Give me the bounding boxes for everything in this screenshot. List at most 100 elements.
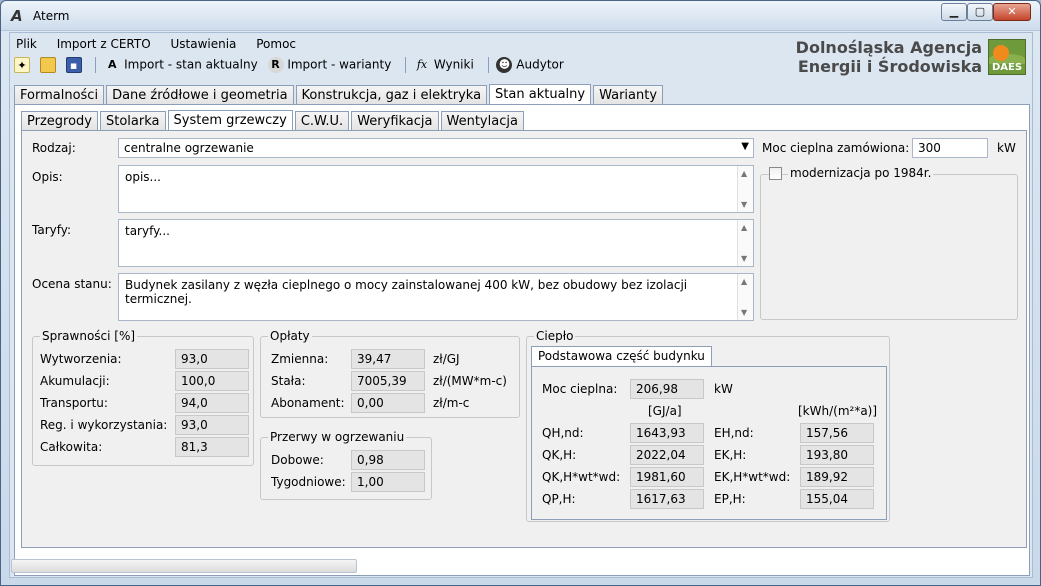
oplaty-title: Opłaty bbox=[268, 329, 312, 343]
abonament-value: 0,00 bbox=[351, 393, 425, 413]
cieplo-group: Ciepło Podstawowa część budynku Moc ciep… bbox=[526, 329, 890, 522]
tab-dane-zrodlowe[interactable]: Dane źródłowe i geometria bbox=[106, 85, 294, 106]
zmienna-label: Zmienna: bbox=[271, 352, 329, 366]
ekh-wt-wd-value: 189,92 bbox=[800, 467, 874, 487]
ocena-label: Ocena stanu: bbox=[32, 277, 112, 291]
aterm-icon: A bbox=[11, 7, 23, 25]
abonament-label: Abonament: bbox=[271, 396, 345, 410]
wytworzenia-value: 93,0 bbox=[175, 349, 249, 369]
scroll-down-icon[interactable]: ▼ bbox=[741, 308, 747, 317]
scroll-down-icon[interactable]: ▼ bbox=[741, 200, 747, 209]
eph-label: EP,H: bbox=[714, 492, 746, 506]
akumulacji-value: 100,0 bbox=[175, 371, 249, 391]
ekh-wt-wd-label: EK,H*wt*wd: bbox=[714, 470, 791, 484]
transportu-label: Transportu: bbox=[40, 396, 108, 410]
horizontal-scrollbar[interactable] bbox=[11, 559, 357, 573]
scroll-up-icon[interactable]: ▲ bbox=[741, 169, 747, 178]
app-window: A Aterm ▁ ▢ ✕ Plik Import z CERTO Ustawi… bbox=[0, 0, 1041, 586]
modernizacja-checkbox[interactable] bbox=[769, 167, 782, 180]
menu-ustawienia[interactable]: Ustawienia bbox=[168, 35, 238, 53]
system-grzewczy-panel: Rodzaj: centralne ogrzewanie ▼ Moc ciepl… bbox=[21, 130, 1027, 548]
save-icon[interactable]: ▪ bbox=[65, 57, 82, 73]
opis-scrollbar[interactable]: ▲ ▼ bbox=[737, 166, 753, 212]
tygodniowe-label: Tygodniowe: bbox=[271, 475, 346, 489]
logo-text: Dolnośląska Agencja Energii i Środowiska bbox=[795, 38, 982, 76]
modernizacja-group bbox=[760, 174, 1018, 320]
tygodniowe-value: 1,00 bbox=[351, 472, 425, 492]
tab-przegrody[interactable]: Przegrody bbox=[21, 111, 98, 132]
results-button[interactable]: fx Wyniki bbox=[414, 57, 474, 73]
akumulacji-label: Akumulacji: bbox=[40, 374, 110, 388]
qhnd-value: 1643,93 bbox=[630, 423, 704, 443]
taryfy-textarea[interactable]: taryfy... ▲ ▼ bbox=[118, 219, 754, 267]
ekh-value: 193,80 bbox=[800, 445, 874, 465]
scroll-up-icon[interactable]: ▲ bbox=[741, 223, 747, 232]
ehnd-label: EH,nd: bbox=[714, 426, 754, 440]
scroll-up-icon[interactable]: ▲ bbox=[741, 277, 747, 286]
qkh-value: 2022,04 bbox=[630, 445, 704, 465]
minimize-button[interactable]: ▁ bbox=[941, 3, 967, 21]
stala-label: Stała: bbox=[271, 374, 306, 388]
chevron-down-icon: ▼ bbox=[741, 141, 749, 152]
regulacji-label: Reg. i wykorzystania: bbox=[40, 418, 168, 432]
wytworzenia-label: Wytworzenia: bbox=[40, 352, 122, 366]
maximize-button[interactable]: ▢ bbox=[967, 3, 993, 21]
calkowita-label: Całkowita: bbox=[40, 440, 103, 454]
title-bar: A Aterm ▁ ▢ ✕ bbox=[1, 1, 1040, 31]
menu-plik[interactable]: Plik bbox=[14, 35, 39, 53]
unit-kwh-m2-a: [kWh/(m²*a)] bbox=[798, 404, 878, 418]
rodzaj-label: Rodzaj: bbox=[32, 141, 76, 155]
tab-konstrukcja[interactable]: Konstrukcja, gaz i elektryka bbox=[295, 85, 488, 106]
import-current-button[interactable]: A Import - stan aktualny bbox=[104, 57, 258, 73]
tab-cwu[interactable]: C.W.U. bbox=[294, 111, 350, 132]
qph-label: QP,H: bbox=[542, 492, 576, 506]
tab-formalnosci[interactable]: Formalności bbox=[14, 85, 105, 106]
close-button[interactable]: ✕ bbox=[993, 3, 1031, 21]
import-r-icon: R bbox=[267, 57, 284, 73]
new-file-icon[interactable]: ✦ bbox=[14, 57, 30, 73]
przerwy-title: Przerwy w ogrzewaniu bbox=[268, 430, 407, 444]
cieplo-inner-panel: Moc cieplna: 206,98 kW [GJ/a] [kWh/(m²*a… bbox=[531, 366, 887, 520]
menu-pomoc[interactable]: Pomoc bbox=[254, 35, 298, 53]
auditor-person-icon: ☻ bbox=[496, 57, 513, 73]
ehnd-value: 157,56 bbox=[800, 423, 874, 443]
import-variants-button[interactable]: R Import - warianty bbox=[267, 57, 391, 73]
tab-podstawowa-czesc[interactable]: Podstawowa część budynku bbox=[531, 346, 712, 367]
rodzaj-select[interactable]: centralne ogrzewanie ▼ bbox=[118, 138, 754, 158]
regulacji-value: 93,0 bbox=[175, 415, 249, 435]
moc-cieplna-value: 206,98 bbox=[630, 379, 704, 399]
moc-cieplna-label: Moc cieplna: bbox=[542, 382, 618, 396]
zmienna-value: 39,47 bbox=[351, 349, 425, 369]
sprawnosci-group: Sprawności [%] Wytworzenia: 93,0 Akumula… bbox=[32, 329, 254, 466]
scroll-down-icon[interactable]: ▼ bbox=[741, 254, 747, 263]
menu-bar: Plik Import z CERTO Ustawienia Pomoc bbox=[14, 35, 310, 55]
menu-import-certo[interactable]: Import z CERTO bbox=[55, 35, 153, 53]
tab-wentylacja[interactable]: Wentylacja bbox=[440, 111, 524, 132]
tab-stolarka[interactable]: Stolarka bbox=[100, 111, 166, 132]
open-folder-icon[interactable] bbox=[39, 57, 56, 73]
qph-value: 1617,63 bbox=[630, 489, 704, 509]
tab-warianty[interactable]: Warianty bbox=[593, 85, 664, 106]
auditor-button[interactable]: ☻ Audytor bbox=[496, 57, 564, 73]
oplaty-group: Opłaty Zmienna: 39,47 zł/GJ Stała: 7005,… bbox=[260, 329, 520, 418]
taryfy-label: Taryfy: bbox=[32, 223, 72, 237]
ocena-scrollbar[interactable]: ▲ ▼ bbox=[737, 274, 753, 320]
moc-zamowiona-label: Moc cieplna zamówiona: bbox=[762, 141, 910, 155]
sub-tab-bar: Przegrody Stolarka System grzewczy C.W.U. We… bbox=[21, 109, 526, 133]
abonament-unit: zł/m-c bbox=[433, 396, 470, 410]
transportu-value: 94,0 bbox=[175, 393, 249, 413]
qkh-label: QK,H: bbox=[542, 448, 577, 462]
calkowita-value: 81,3 bbox=[175, 437, 249, 457]
tab-weryfikacja[interactable]: Weryfikacja bbox=[351, 111, 439, 132]
opis-textarea[interactable]: opis... ▲ ▼ bbox=[118, 165, 754, 213]
dobowe-label: Dobowe: bbox=[271, 453, 324, 467]
fx-icon: fx bbox=[416, 58, 428, 71]
stala-unit: zł/(MW*m-c) bbox=[433, 374, 507, 388]
ocena-textarea[interactable]: Budynek zasilany z węzła cieplnego o moc… bbox=[118, 273, 754, 321]
sprawnosci-title: Sprawności [%] bbox=[40, 329, 138, 343]
qkh-wt-wd-label: QK,H*wt*wd: bbox=[542, 470, 621, 484]
moc-zamowiona-input[interactable]: 300 bbox=[912, 138, 988, 158]
modernizacja-label: modernizacja po 1984r. bbox=[788, 166, 934, 180]
taryfy-scrollbar[interactable]: ▲ ▼ bbox=[737, 220, 753, 266]
import-a-icon: A bbox=[108, 58, 117, 71]
